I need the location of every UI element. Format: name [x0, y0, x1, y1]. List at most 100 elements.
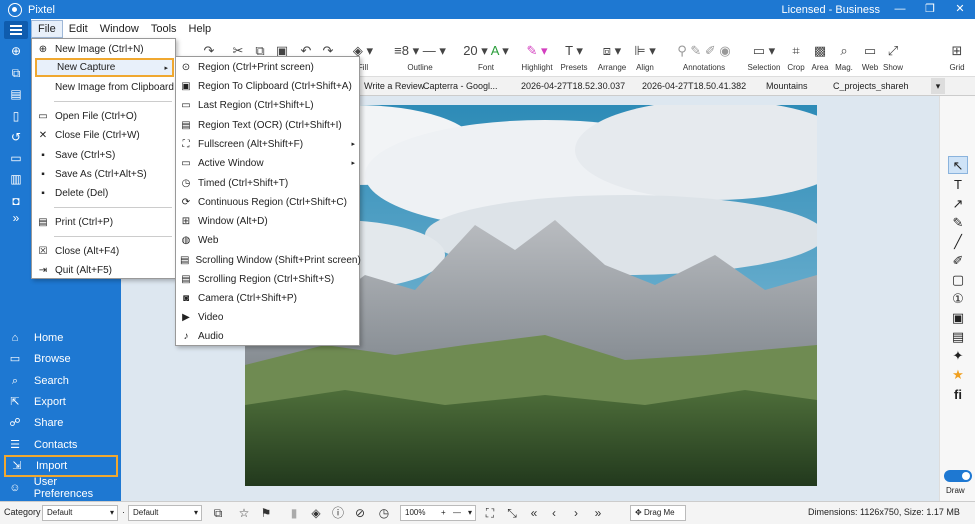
- menu-quit[interactable]: ⇥ Quit (Alt+F5): [35, 261, 174, 279]
- prev-page-icon[interactable]: ‹: [546, 505, 562, 521]
- pen-tool-icon[interactable]: ✎: [948, 214, 968, 232]
- favorite-star-icon[interactable]: ☆: [236, 505, 252, 521]
- zoom-in-icon[interactable]: +: [441, 506, 446, 520]
- presets-button[interactable]: T ▾ Presets: [559, 41, 589, 72]
- selection-button[interactable]: ▭ ▾ Selection: [747, 41, 781, 72]
- tag-icon[interactable]: ◈: [308, 505, 324, 521]
- counter-tool-icon[interactable]: ①: [948, 290, 968, 308]
- expand-icon[interactable]: »: [9, 211, 23, 225]
- video-icon[interactable]: ◘: [9, 194, 23, 208]
- marker-tool-icon[interactable]: ✐: [948, 252, 968, 270]
- capture-scrolling-window[interactable]: ▤ Scrolling Window (Shift+Print screen): [179, 251, 361, 269]
- menu-save-as[interactable]: ▪ Save As (Ctrl+Alt+S): [35, 165, 174, 183]
- menu-open-file[interactable]: ▭ Open File (Ctrl+O): [35, 107, 174, 125]
- font-tool-icon[interactable]: fi: [948, 386, 968, 404]
- tab-projects[interactable]: C_projects_sharehub...: [833, 81, 909, 91]
- stamp-tool-icon[interactable]: ▤: [948, 328, 968, 346]
- font-button[interactable]: 20 ▾ A ▾ Font: [455, 41, 517, 72]
- capture-video[interactable]: ▶ Video: [179, 308, 359, 326]
- nav-share[interactable]: ☍ Share: [4, 413, 118, 433]
- capture-audio[interactable]: ♪ Audio: [179, 327, 359, 345]
- nav-search[interactable]: ⌕ Search: [4, 371, 118, 391]
- last-page-icon[interactable]: »: [590, 505, 606, 521]
- menu-edit[interactable]: Edit: [63, 20, 94, 38]
- capture-region[interactable]: ⊙ Region (Ctrl+Print screen): [179, 58, 359, 76]
- capture-window[interactable]: ⊞ Window (Alt+D): [179, 212, 359, 230]
- tabs-overflow-button[interactable]: ▾: [931, 78, 945, 94]
- menu-new-capture[interactable]: New Capture ▸: [35, 58, 174, 77]
- image-tool-icon[interactable]: ▣: [948, 309, 968, 327]
- highlight-button[interactable]: ✎ ▾ Highlight: [519, 41, 555, 72]
- menu-help[interactable]: Help: [183, 20, 218, 38]
- capture-region-clipboard[interactable]: ▣ Region To Clipboard (Ctrl+Shift+A): [179, 77, 359, 95]
- outline-button[interactable]: ≡8 ▾ — ▾ Outline: [385, 41, 455, 72]
- menu-window[interactable]: Window: [94, 20, 145, 38]
- capture-scrolling-region[interactable]: ▤ Scrolling Region (Ctrl+Shift+S): [179, 270, 359, 288]
- sparkle-tool-icon[interactable]: ✦: [948, 347, 968, 365]
- capture-region-text-ocr[interactable]: ▤ Region Text (OCR) (Ctrl+Shift+I): [179, 116, 359, 134]
- star-tool-icon[interactable]: ★: [948, 366, 968, 384]
- category-select[interactable]: Default ▾: [42, 505, 118, 521]
- zoom-out-icon[interactable]: —: [453, 506, 461, 520]
- arrow-tool-icon[interactable]: ↗: [948, 195, 968, 213]
- drag-me-button[interactable]: ✥ Drag Me: [630, 505, 686, 521]
- link-icon[interactable]: ⊘: [352, 505, 368, 521]
- draw-toggle[interactable]: [944, 470, 972, 482]
- menu-close[interactable]: ☒ Close (Alt+F4): [35, 242, 174, 260]
- capture-active-window[interactable]: ▭ Active Window ▸: [179, 154, 359, 172]
- tab-capterra[interactable]: Capterra - Googl...: [423, 81, 498, 91]
- capture-timed[interactable]: ◷ Timed (Ctrl+Shift+T): [179, 174, 359, 192]
- capture-icon[interactable]: ⊕: [9, 44, 23, 58]
- annotations-button[interactable]: ⚲ ✎ ✐ ◉ Annotations: [665, 41, 743, 72]
- capture-fullscreen[interactable]: ⛶ Fullscreen (Alt+Shift+F) ▸: [179, 135, 359, 153]
- crop-button[interactable]: ⌗ Crop: [785, 41, 807, 72]
- tab-mountains[interactable]: Mountains: [766, 81, 808, 91]
- nav-user-preferences[interactable]: ☺ User Preferences: [4, 476, 118, 500]
- grid-button[interactable]: ⊞ Grid: [945, 41, 969, 72]
- nav-contacts[interactable]: ☰ Contacts: [4, 435, 118, 455]
- capture-web[interactable]: ◍ Web: [179, 231, 359, 249]
- restore-button[interactable]: ❐: [915, 0, 945, 19]
- capture-camera[interactable]: ◙ Camera (Ctrl+Shift+P): [179, 289, 359, 307]
- history-icon[interactable]: ◷: [376, 505, 392, 521]
- menu-new-image-clipboard[interactable]: New Image from Clipboard: [35, 78, 174, 96]
- nav-export[interactable]: ⇱ Export: [4, 392, 118, 412]
- close-window-button[interactable]: ✕: [945, 0, 975, 19]
- capture-last-region[interactable]: ▭ Last Region (Ctrl+Shift+L): [179, 96, 359, 114]
- menu-tools[interactable]: Tools: [145, 20, 183, 38]
- import-file-icon[interactable]: ⧉: [9, 66, 23, 80]
- info-icon[interactable]: ⓘ: [330, 505, 346, 521]
- area-button[interactable]: ▩ Area: [809, 41, 831, 72]
- properties-icon[interactable]: ⧉: [210, 505, 226, 521]
- pointer-tool-icon[interactable]: ↖: [948, 156, 968, 174]
- window-icon[interactable]: ▭: [9, 151, 23, 165]
- menu-print[interactable]: ▤ Print (Ctrl+P): [35, 213, 174, 231]
- note-tool-icon[interactable]: ▢: [948, 271, 968, 289]
- nav-home[interactable]: ⌂ Home: [4, 328, 118, 348]
- menu-new-image[interactable]: ⊕ New Image (Ctrl+N): [35, 40, 174, 58]
- menu-file[interactable]: File: [31, 20, 63, 38]
- text-tool-icon[interactable]: T: [948, 176, 968, 194]
- tab-write-review[interactable]: Write a Review: [364, 81, 424, 91]
- actual-size-icon[interactable]: ⤡: [504, 505, 520, 521]
- document-icon[interactable]: ▤: [9, 87, 23, 101]
- pages-icon[interactable]: ▥: [9, 172, 23, 186]
- nav-import[interactable]: ⇲ Import: [4, 455, 118, 477]
- hamburger-menu-button[interactable]: [4, 21, 28, 39]
- align-button[interactable]: ⊫ ▾ Align: [631, 41, 659, 72]
- history-icon[interactable]: ↺: [9, 130, 23, 144]
- menu-delete[interactable]: ▪ Delete (Del): [35, 184, 174, 202]
- mobile-icon[interactable]: ▯: [9, 109, 23, 123]
- web-button[interactable]: ▭ Web: [859, 41, 881, 72]
- next-page-icon[interactable]: ›: [568, 505, 584, 521]
- magnifier-button[interactable]: ⌕ Mag.: [833, 41, 855, 72]
- second-category-select[interactable]: Default ▾: [128, 505, 202, 521]
- tab-capture-1[interactable]: 2026-04-27T18.52.30.037: [521, 81, 625, 91]
- menu-save[interactable]: ▪ Save (Ctrl+S): [35, 146, 174, 164]
- minimize-button[interactable]: —: [885, 0, 915, 19]
- capture-continuous-region[interactable]: ⟳ Continuous Region (Ctrl+Shift+C): [179, 193, 359, 211]
- show-button[interactable]: ⤢ Show: [881, 41, 905, 72]
- menu-close-file[interactable]: ✕ Close File (Ctrl+W): [35, 126, 174, 144]
- fit-screen-icon[interactable]: ⛶: [482, 505, 498, 521]
- tab-capture-2[interactable]: 2026-04-27T18.50.41.382: [642, 81, 746, 91]
